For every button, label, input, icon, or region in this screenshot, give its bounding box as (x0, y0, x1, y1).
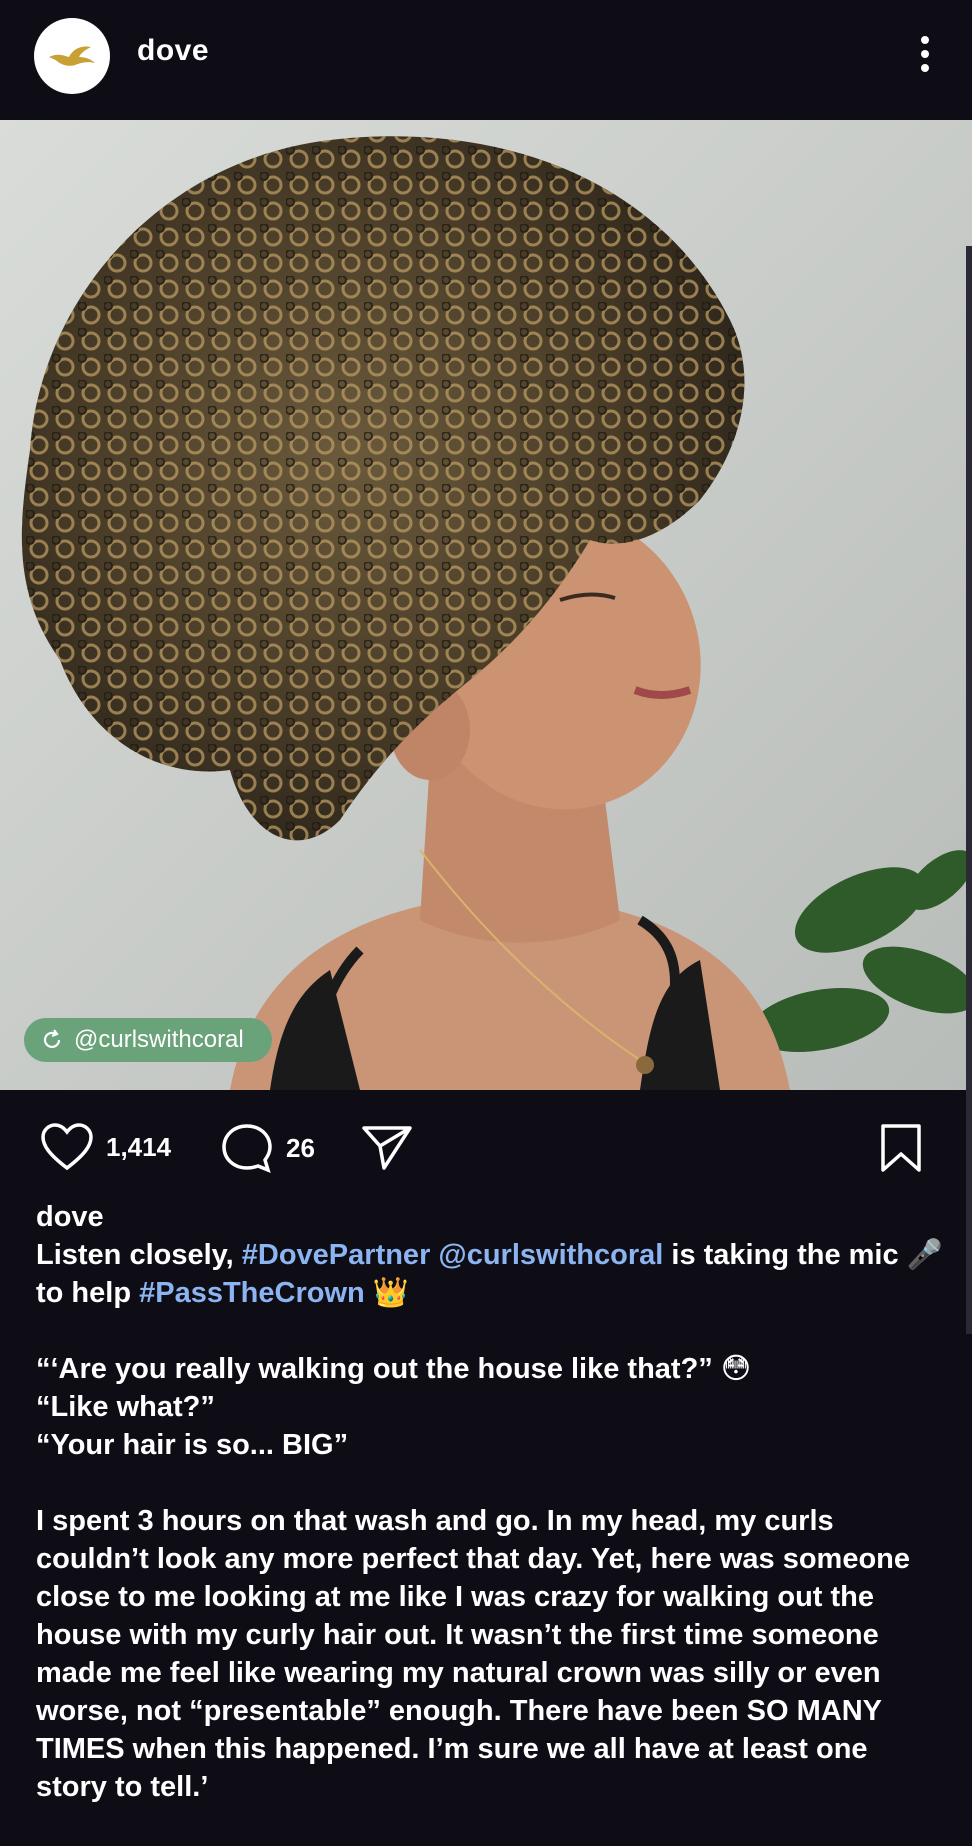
more-options-icon[interactable] (920, 36, 930, 76)
hashtag-dovepartner[interactable]: #DovePartner (242, 1239, 431, 1271)
caption-quote-2: “Like what?” (36, 1391, 215, 1423)
bookmark-icon (881, 1124, 921, 1172)
like-count: 1,414 (106, 1131, 172, 1162)
save-action[interactable] (878, 1122, 924, 1174)
tagged-user-label: @curlswithcoral (74, 1026, 244, 1053)
post-caption: dove Listen closely, #DovePartner @curls… (36, 1198, 946, 1806)
caption-paragraph: I spent 3 hours on that wash and go. In … (36, 1505, 911, 1803)
heart-icon (41, 1123, 93, 1171)
comment-action[interactable]: 26 (220, 1122, 315, 1174)
avatar[interactable] (34, 18, 110, 94)
post-image[interactable] (0, 120, 972, 1090)
refresh-icon (43, 1029, 61, 1049)
caption-intro: Listen closely, #DovePartner @curlswithc… (36, 1236, 946, 1312)
caption-text: Listen closely, (36, 1239, 242, 1271)
hashtag-passthecrown[interactable]: #PassTheCrown (139, 1277, 365, 1309)
post-actions: 1,414 26 (0, 1090, 972, 1200)
post-header: dove (0, 0, 972, 120)
crown-emoji: 👑 (364, 1277, 409, 1309)
like-action[interactable]: 1,414 (40, 1122, 171, 1172)
dove-logo-icon (49, 46, 95, 66)
tagged-user-chip[interactable]: @curlswithcoral (24, 1018, 272, 1062)
caption-quote-1: “‘Are you really walking out the house l… (36, 1353, 752, 1385)
caption-quote-3: “Your hair is so... BIG” (36, 1429, 349, 1461)
comment-count: 26 (286, 1132, 315, 1163)
mention-curlswithcoral[interactable]: @curlswithcoral (438, 1239, 663, 1271)
share-action[interactable] (360, 1122, 414, 1172)
post-photo (0, 120, 972, 1090)
send-icon (362, 1126, 412, 1170)
comment-icon (222, 1124, 272, 1173)
caption-author[interactable]: dove (36, 1198, 946, 1236)
header-username[interactable]: dove (137, 34, 209, 68)
